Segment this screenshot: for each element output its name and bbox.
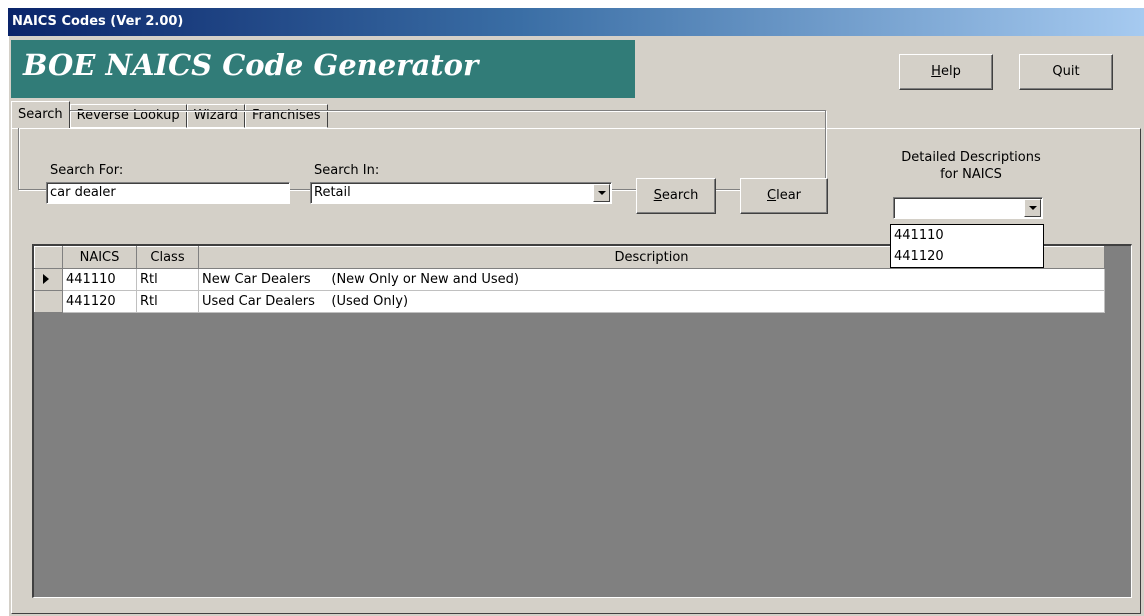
- cell-class[interactable]: Rtl: [136, 290, 199, 313]
- help-button[interactable]: Help: [899, 54, 993, 90]
- clear-button[interactable]: Clear: [740, 178, 828, 214]
- tab-label: Search: [18, 107, 63, 122]
- banner-title: BOE NAICS Code Generator: [23, 48, 479, 82]
- detail-naics-select[interactable]: [893, 197, 1043, 219]
- chevron-down-icon[interactable]: [593, 184, 610, 202]
- search-button[interactable]: Search: [636, 178, 716, 214]
- quit-button-label: Quit: [1052, 64, 1080, 79]
- results-grid: NAICS Class Description 441110 Rtl New C…: [32, 244, 1132, 598]
- row-selector-header[interactable]: [34, 246, 63, 269]
- cell-description[interactable]: Used Car Dealers (Used Only): [198, 290, 1105, 313]
- column-header-naics[interactable]: NAICS: [62, 246, 137, 269]
- current-row-arrow-icon: [43, 274, 49, 284]
- search-button-accel: S: [653, 188, 662, 203]
- row-selector[interactable]: [34, 268, 63, 291]
- app-window: NAICS Codes (Ver 2.00) BOE NAICS Code Ge…: [0, 0, 1144, 616]
- table-row[interactable]: 441120 Rtl Used Car Dealers (Used Only): [34, 290, 1105, 313]
- detail-naics-dropdown-list: 441110 441120: [890, 224, 1044, 268]
- search-for-label: Search For:: [50, 163, 124, 178]
- cell-class[interactable]: Rtl: [136, 268, 199, 291]
- clear-button-label: lear: [776, 188, 801, 203]
- quit-button[interactable]: Quit: [1019, 54, 1113, 90]
- app-banner: BOE NAICS Code Generator: [11, 40, 635, 98]
- row-selector[interactable]: [34, 290, 63, 313]
- clear-button-accel: C: [767, 188, 777, 203]
- table-row[interactable]: 441110 Rtl New Car Dealers (New Only or …: [34, 268, 1105, 291]
- search-for-input[interactable]: car dealer: [46, 182, 290, 204]
- help-button-accel: H: [931, 64, 941, 79]
- search-in-value: Retail: [314, 185, 351, 200]
- help-button-label: elp: [940, 64, 961, 79]
- dropdown-option[interactable]: 441110: [891, 225, 1043, 246]
- chevron-down-icon[interactable]: [1024, 199, 1041, 217]
- cell-description[interactable]: New Car Dealers (New Only or New and Use…: [198, 268, 1105, 291]
- cell-naics[interactable]: 441110: [62, 268, 137, 291]
- search-in-select[interactable]: Retail: [310, 182, 612, 204]
- window-titlebar[interactable]: NAICS Codes (Ver 2.00): [8, 8, 1144, 36]
- tab-search[interactable]: Search: [11, 101, 70, 128]
- cell-naics[interactable]: 441120: [62, 290, 137, 313]
- search-in-label: Search In:: [314, 163, 380, 178]
- window-title: NAICS Codes (Ver 2.00): [12, 14, 184, 29]
- detail-label-line2: for NAICS: [940, 167, 1002, 182]
- search-button-label: earch: [661, 188, 699, 203]
- detail-label-line1: Detailed Descriptions: [901, 150, 1041, 165]
- dropdown-option[interactable]: 441120: [891, 246, 1043, 267]
- column-header-class[interactable]: Class: [136, 246, 199, 269]
